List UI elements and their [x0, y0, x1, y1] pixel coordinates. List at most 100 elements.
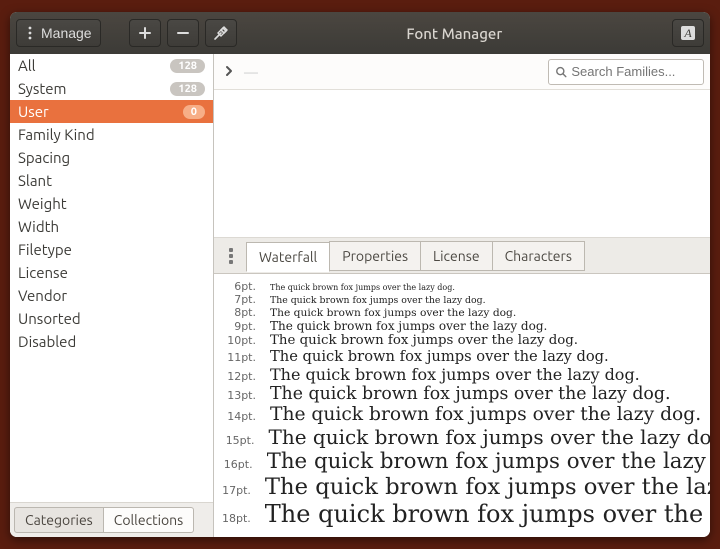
- remove-font-button[interactable]: [167, 19, 199, 47]
- sidebar-item-label: Disabled: [18, 333, 205, 350]
- window-title: Font Manager: [243, 25, 666, 42]
- waterfall-sample-text: The quick brown fox jumps over the lazy …: [270, 365, 640, 384]
- search-input[interactable]: [571, 64, 697, 79]
- content-area: All128System128User0Family KindSpacingSl…: [10, 54, 710, 537]
- waterfall-sample-text: The quick brown fox jumps over the lazy …: [268, 425, 710, 449]
- chevron-right-icon: [224, 65, 234, 77]
- waterfall-size-label: 18pt.: [222, 512, 251, 525]
- waterfall-sample-text: The quick brown fox jumps over the lazy …: [270, 295, 486, 306]
- menu-dots-icon: [25, 26, 35, 40]
- sidebar-item-user[interactable]: User0: [10, 100, 213, 123]
- sidebar-item-label: All: [18, 57, 170, 74]
- waterfall-row: 14pt. The quick brown fox jumps over the …: [222, 404, 710, 425]
- sidebar-tab-categories[interactable]: Categories: [14, 507, 104, 533]
- sidebar-item-spacing[interactable]: Spacing: [10, 146, 213, 169]
- pane-grip[interactable]: [222, 248, 240, 264]
- preferences-button[interactable]: [205, 19, 237, 47]
- waterfall-size-label: 17pt.: [222, 484, 251, 497]
- preview-tab-waterfall[interactable]: Waterfall: [246, 242, 330, 272]
- sidebar-item-unsorted[interactable]: Unsorted: [10, 307, 213, 330]
- sidebar-item-system[interactable]: System128: [10, 77, 213, 100]
- sidebar-item-all[interactable]: All128: [10, 54, 213, 77]
- waterfall-sample-text: The quick brown fox jumps over the lazy …: [267, 449, 710, 474]
- sidebar-item-label: User: [18, 103, 183, 120]
- waterfall-size-label: 10pt.: [222, 334, 256, 347]
- waterfall-row: 7pt. The quick brown fox jumps over the l…: [222, 293, 710, 306]
- sidebar-item-count: 128: [170, 82, 205, 96]
- waterfall-row: 10pt. The quick brown fox jumps over the …: [222, 333, 710, 348]
- waterfall-size-label: 6pt.: [222, 280, 256, 293]
- category-list: All128System128User0Family KindSpacingSl…: [10, 54, 213, 502]
- sidebar-item-count: 0: [183, 105, 205, 119]
- waterfall-sample-text: The quick brown fox jumps over the lazy …: [270, 283, 455, 292]
- preview-tab-properties[interactable]: Properties: [329, 241, 421, 271]
- preview-tab-license[interactable]: License: [420, 241, 493, 271]
- waterfall-preview: 6pt. The quick brown fox jumps over the l…: [214, 274, 710, 537]
- sidebar-item-label: Slant: [18, 172, 205, 189]
- waterfall-row: 11pt. The quick brown fox jumps over the …: [222, 348, 710, 365]
- waterfall-size-label: 7pt.: [222, 293, 256, 306]
- sidebar-item-label: Unsorted: [18, 310, 205, 327]
- waterfall-size-label: 13pt.: [222, 389, 256, 402]
- waterfall-sample-text: The quick brown fox jumps over the lazy …: [265, 474, 710, 500]
- waterfall-size-label: 15pt.: [222, 434, 254, 447]
- breadcrumb-placeholder: —: [244, 64, 258, 80]
- waterfall-row: 17pt. The quick brown fox jumps over the …: [222, 474, 710, 500]
- main-toolbar: —: [214, 54, 710, 90]
- sidebar-item-label: License: [18, 264, 205, 281]
- waterfall-sample-text: The quick brown fox jumps over the lazy …: [270, 404, 701, 425]
- plus-icon: [138, 26, 152, 40]
- waterfall-size-label: 14pt.: [222, 410, 256, 423]
- waterfall-sample-text: The quick brown fox jumps over the lazy …: [270, 348, 609, 365]
- sidebar-item-label: Width: [18, 218, 205, 235]
- waterfall-sample-text: The quick brown fox jumps over the lazy …: [270, 319, 547, 333]
- breadcrumb-expand[interactable]: [220, 64, 238, 80]
- sidebar-tab-collections[interactable]: Collections: [104, 507, 195, 533]
- sidebar-item-family-kind[interactable]: Family Kind: [10, 123, 213, 146]
- sidebar-item-disabled[interactable]: Disabled: [10, 330, 213, 353]
- sidebar-item-vendor[interactable]: Vendor: [10, 284, 213, 307]
- preview-tab-characters[interactable]: Characters: [492, 241, 585, 271]
- search-icon: [555, 65, 567, 79]
- minus-icon: [176, 26, 190, 40]
- sidebar-item-label: Filetype: [18, 241, 205, 258]
- waterfall-row: 6pt. The quick brown fox jumps over the l…: [222, 280, 710, 293]
- waterfall-sample-text: The quick brown fox jumps over the lazy …: [270, 384, 670, 404]
- app-menu-button[interactable]: A: [672, 19, 704, 47]
- waterfall-size-label: 12pt.: [222, 370, 256, 383]
- sidebar-item-filetype[interactable]: Filetype: [10, 238, 213, 261]
- waterfall-sample-text: The quick brown fox jumps over the lazy …: [270, 333, 578, 348]
- sidebar-item-label: System: [18, 80, 170, 97]
- waterfall-sample-text: The quick brown fox jumps over the lazy …: [270, 306, 516, 319]
- waterfall-size-label: 9pt.: [222, 320, 256, 333]
- search-field[interactable]: [548, 59, 704, 85]
- font-a-icon: A: [680, 25, 696, 41]
- sidebar-item-weight[interactable]: Weight: [10, 192, 213, 215]
- sidebar-item-count: 128: [170, 59, 205, 73]
- tools-icon: [213, 25, 229, 41]
- waterfall-size-label: 11pt.: [222, 351, 256, 364]
- manage-button[interactable]: Manage: [16, 19, 101, 47]
- waterfall-size-label: 8pt.: [222, 306, 256, 319]
- sidebar-tabs: CategoriesCollections: [10, 502, 213, 537]
- font-manager-window: Manage Font Manager A All128S: [10, 12, 710, 537]
- waterfall-row: 13pt. The quick brown fox jumps over the …: [222, 384, 710, 404]
- waterfall-size-label: 16pt.: [222, 458, 253, 471]
- sidebar-item-slant[interactable]: Slant: [10, 169, 213, 192]
- sidebar-item-label: Family Kind: [18, 126, 205, 143]
- waterfall-row: 18pt.The quick brown fox jumps over the …: [222, 500, 710, 528]
- preview-tabs: WaterfallPropertiesLicenseCharacters: [214, 238, 710, 274]
- svg-text:A: A: [683, 26, 692, 40]
- waterfall-row: 15pt. The quick brown fox jumps over the …: [222, 425, 710, 449]
- add-font-button[interactable]: [129, 19, 161, 47]
- waterfall-row: 8pt. The quick brown fox jumps over the l…: [222, 306, 710, 319]
- sidebar-item-license[interactable]: License: [10, 261, 213, 284]
- sidebar-item-label: Weight: [18, 195, 205, 212]
- sidebar: All128System128User0Family KindSpacingSl…: [10, 54, 214, 537]
- main-panel: — WaterfallPropertiesLicenseCharacters 6…: [214, 54, 710, 537]
- family-list-area: [214, 90, 710, 238]
- sidebar-item-width[interactable]: Width: [10, 215, 213, 238]
- waterfall-row: 12pt. The quick brown fox jumps over the …: [222, 365, 710, 384]
- manage-label: Manage: [41, 25, 92, 41]
- titlebar: Manage Font Manager A: [10, 12, 710, 54]
